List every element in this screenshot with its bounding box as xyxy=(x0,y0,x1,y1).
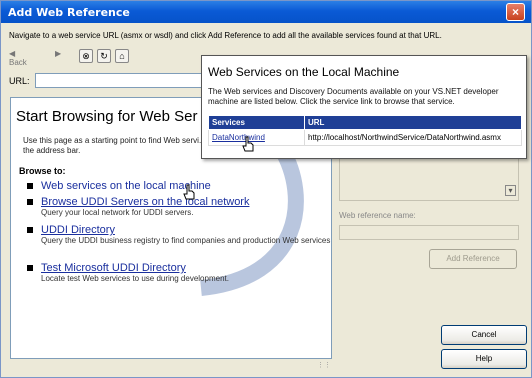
popup-description: The Web services and Discovery Documents… xyxy=(208,87,499,106)
home-icon[interactable]: ⌂ xyxy=(115,49,129,63)
table-row: DataNorthwind http://localhost/Northwind… xyxy=(208,129,522,146)
add-web-reference-dialog: Add Web Reference × Navigate to a web se… xyxy=(0,0,532,378)
help-button[interactable]: Help xyxy=(441,349,527,369)
test-uddi-directory-link[interactable]: Test Microsoft UDDI Directory xyxy=(41,262,186,274)
browse-to-label: Browse to: xyxy=(19,166,66,176)
resize-grip-icon[interactable]: ⋮⋮ xyxy=(317,361,331,369)
service-url: http://localhost/NorthwindService/DataNo… xyxy=(304,129,522,146)
local-services-popup: Web Services on the Local Machine The We… xyxy=(201,55,527,159)
link-description: Query your local network for UDDI server… xyxy=(41,208,194,217)
back-button[interactable]: ◀ Back xyxy=(9,49,27,67)
refname-label: Web reference name: xyxy=(339,211,416,220)
window-title: Add Web Reference xyxy=(8,6,130,19)
bullet xyxy=(27,227,33,233)
back-arrow-icon: ◀ xyxy=(9,49,16,58)
refname-input[interactable] xyxy=(339,225,519,240)
back-label: Back xyxy=(9,58,27,67)
link-description: Locate test Web services to use during d… xyxy=(41,274,229,283)
popup-title: Web Services on the Local Machine xyxy=(208,65,400,79)
services-table: Services URL DataNorthwind http://localh… xyxy=(208,115,522,146)
service-link[interactable]: DataNorthwind xyxy=(212,133,265,142)
refresh-icon[interactable]: ↻ xyxy=(97,49,111,63)
title-bar: Add Web Reference × xyxy=(1,1,531,23)
add-reference-button[interactable]: Add Reference xyxy=(429,249,517,269)
uddi-local-network-link[interactable]: Browse UDDI Servers on the local network xyxy=(41,196,249,208)
table-cell: DataNorthwind xyxy=(208,129,305,146)
bullet xyxy=(27,265,33,271)
close-button[interactable]: × xyxy=(506,3,525,21)
link-description: Query the UDDI business registry to find… xyxy=(41,236,332,245)
stop-icon[interactable]: ⊗ xyxy=(79,49,93,63)
column-header: Services xyxy=(208,115,305,130)
uddi-directory-link[interactable]: UDDI Directory xyxy=(41,224,115,236)
hand-cursor-icon xyxy=(242,136,254,152)
expand-icon[interactable]: ▾ xyxy=(505,185,516,196)
hand-cursor-icon xyxy=(183,184,195,200)
bullet xyxy=(27,199,33,205)
url-label: URL: xyxy=(9,76,30,86)
column-header: URL xyxy=(304,115,522,130)
cancel-button[interactable]: Cancel xyxy=(441,325,527,345)
page-heading: Start Browsing for Web Ser xyxy=(16,108,198,125)
bullet xyxy=(27,183,33,189)
forward-arrow-icon[interactable]: ▶ xyxy=(55,49,61,64)
instructions-text: Navigate to a web service URL (asmx or w… xyxy=(9,31,442,40)
